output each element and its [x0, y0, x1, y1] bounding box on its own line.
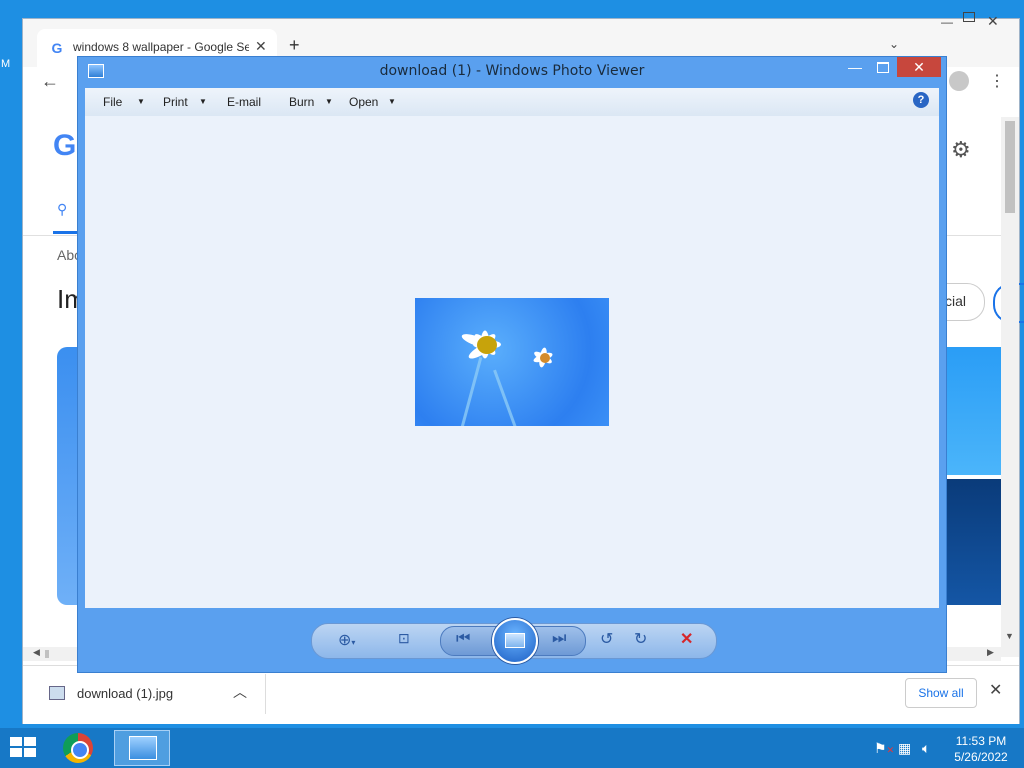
chrome-maximize-icon[interactable] [963, 12, 975, 22]
desktop-edge-text: M [1, 58, 11, 70]
image-file-icon [49, 686, 65, 700]
result-thumbnail[interactable] [947, 479, 1001, 605]
rotate-right-icon[interactable]: ↻ [634, 629, 647, 649]
viewer-toolbar: ⊕▾ ⊡ ⏮ ⏭ ↺ ↻ ✕ [311, 618, 717, 664]
dropdown-arrow-icon[interactable]: ▼ [199, 97, 207, 106]
menu-open[interactable]: Open [349, 95, 378, 109]
chrome-menu-icon[interactable]: ⋮ [989, 71, 1005, 91]
next-icon[interactable]: ⏭ [552, 630, 566, 648]
new-tab-icon[interactable]: + [289, 35, 300, 56]
action-center-flag-icon[interactable]: ⚑✕ [874, 740, 894, 757]
minimize-icon[interactable]: — [848, 59, 862, 75]
scroll-right-arrow-icon[interactable]: ▶ [987, 647, 994, 658]
google-logo[interactable]: G [53, 129, 76, 163]
menu-file[interactable]: File [103, 95, 122, 109]
delete-icon[interactable]: ✕ [680, 629, 693, 649]
network-icon[interactable]: ▦ [898, 740, 911, 757]
taskbar-photo-viewer[interactable] [114, 730, 170, 766]
download-file-name[interactable]: download (1).jpg [77, 686, 173, 701]
settings-gear-icon[interactable]: ⚙ [951, 137, 971, 163]
clock-time[interactable]: 11:53 PM [944, 734, 1018, 748]
download-bar-close-icon[interactable]: ✕ [989, 680, 1002, 700]
chrome-icon [63, 733, 93, 763]
download-bar: download (1).jpg ︿ Show all ✕ [23, 665, 1019, 724]
previous-icon[interactable]: ⏮ [456, 630, 470, 648]
scroll-left-arrow-icon[interactable]: ◀ [33, 647, 40, 658]
taskbar: ⚑✕ ▦ 🔈︎ 11:53 PM 5/26/2022 [0, 728, 1024, 768]
slideshow-button[interactable] [492, 618, 538, 664]
filter-chip-label: cial [945, 293, 967, 309]
scrollbar-thumb[interactable] [45, 650, 49, 658]
start-button[interactable] [10, 737, 38, 759]
window-title: download (1) - Windows Photo Viewer [379, 63, 645, 79]
divider [265, 674, 266, 714]
search-icon[interactable]: ⚲ [57, 201, 67, 218]
active-tab-underline [53, 231, 79, 234]
profile-avatar[interactable] [949, 71, 969, 91]
menu-email[interactable]: E-mail [227, 95, 261, 109]
dropdown-arrow-icon[interactable]: ▼ [388, 97, 396, 106]
photo-viewer-window: download (1) - Windows Photo Viewer — ✕ … [77, 56, 947, 673]
menu-print[interactable]: Print [163, 95, 188, 109]
clock-date[interactable]: 5/26/2022 [944, 750, 1018, 764]
menu-bar: File ▼ Print ▼ E-mail Burn ▼ Open ▼ ? [85, 88, 939, 116]
volume-muted-icon[interactable]: 🔈︎ [922, 740, 930, 757]
menu-burn[interactable]: Burn [289, 95, 314, 109]
displayed-photo [415, 298, 609, 426]
chevron-up-icon[interactable]: ︿ [233, 682, 247, 702]
windows-logo-icon [10, 737, 22, 746]
chrome-minimize-icon[interactable]: — [941, 15, 953, 29]
vertical-scrollbar[interactable] [1001, 117, 1019, 657]
dropdown-arrow-icon[interactable]: ▼ [325, 97, 333, 106]
image-canvas [85, 116, 939, 608]
back-arrow-icon[interactable]: ← [41, 71, 59, 92]
close-button[interactable]: ✕ [897, 57, 941, 77]
maximize-icon[interactable] [877, 62, 889, 73]
show-all-button[interactable]: Show all [905, 678, 977, 708]
close-icon: ✕ [913, 59, 925, 75]
actual-size-icon[interactable]: ⊡ [398, 630, 410, 647]
photo-viewer-icon [129, 736, 157, 760]
zoom-icon[interactable]: ⊕▾ [338, 630, 355, 650]
tab-title: windows 8 wallpaper - Google Se [73, 40, 249, 54]
google-favicon-icon: G [51, 40, 63, 56]
result-thumbnail[interactable] [947, 347, 1001, 475]
rotate-left-icon[interactable]: ↺ [600, 629, 613, 649]
dropdown-arrow-icon[interactable]: ▼ [137, 97, 145, 106]
tab-close-icon[interactable]: ✕ [255, 38, 267, 55]
chrome-close-icon[interactable]: ✕ [987, 13, 999, 30]
scrollbar-thumb[interactable] [1005, 121, 1015, 213]
slideshow-icon [505, 633, 525, 648]
help-icon[interactable]: ? [913, 92, 929, 108]
taskbar-chrome[interactable] [56, 730, 100, 766]
tab-search-chevron-icon[interactable]: ⌄ [889, 37, 899, 51]
scroll-down-arrow-icon[interactable]: ▼ [1005, 631, 1014, 641]
